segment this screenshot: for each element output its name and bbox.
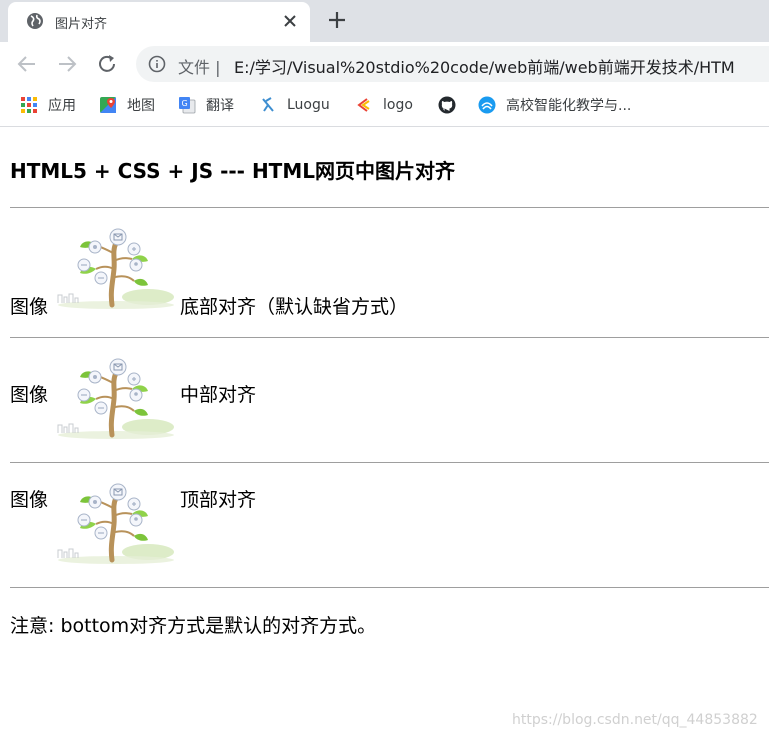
- url-text[interactable]: E:/学习/Visual%20stdio%20code/web前端/web前端开…: [234, 54, 735, 78]
- tree-illustration: [57, 358, 174, 439]
- bookmark-logo[interactable]: logo: [355, 94, 413, 116]
- info-icon[interactable]: [148, 55, 166, 73]
- bookmark-label: Luogu: [287, 97, 330, 113]
- tree-illustration: [57, 483, 174, 564]
- globe-icon: [27, 13, 43, 29]
- tab-title: 图片对齐: [55, 17, 108, 32]
- new-tab-plus-icon[interactable]: [326, 9, 348, 31]
- tree-image-bottom: [56, 225, 174, 309]
- bookmark-translate[interactable]: G 翻译: [178, 94, 234, 116]
- apps-grid-icon: [21, 97, 37, 113]
- browser-tab[interactable]: 图片对齐: [8, 2, 310, 42]
- page-title: HTML5 + CSS + JS --- HTML网页中图片对齐: [10, 159, 455, 183]
- bookmark-maps[interactable]: 地图: [99, 94, 155, 116]
- horizontal-rule: [10, 587, 769, 588]
- tab-strip: 图片对齐: [0, 0, 769, 42]
- bookmark-label: 应用: [48, 98, 76, 114]
- row-label-bottom: 图像: [10, 296, 49, 318]
- page-content: HTML5 + CSS + JS --- HTML网页中图片对齐 图像 底部对齐…: [0, 127, 769, 740]
- logo-icon: [357, 98, 370, 112]
- bookmark-school[interactable]: 高校智能化教学与...: [478, 94, 631, 116]
- tree-image-top: [56, 480, 174, 564]
- horizontal-rule: [10, 207, 769, 208]
- luogu-icon: [262, 97, 274, 112]
- reload-icon[interactable]: [96, 53, 118, 75]
- watermark: https://blog.csdn.net/qq_44853882: [512, 712, 758, 728]
- bookmark-label: logo: [383, 97, 413, 113]
- horizontal-rule: [10, 337, 769, 338]
- bookmark-github[interactable]: [438, 94, 466, 116]
- address-bar[interactable]: 文件 | E:/学习/Visual%20stdio%20code/web前端/w…: [136, 46, 769, 82]
- maps-icon: [100, 97, 116, 113]
- row-text-bottom: 底部对齐（默认缺省方式）: [180, 296, 409, 318]
- row-label-middle: 图像: [10, 384, 49, 406]
- bookmark-apps[interactable]: 应用: [20, 94, 76, 116]
- bookmarks-bar: 应用 地图 G 翻译 Luogu logo 高校智能化教学与...: [0, 86, 769, 127]
- row-text-middle: 中部对齐: [180, 384, 257, 406]
- close-icon[interactable]: [280, 11, 300, 31]
- file-scheme-label: 文件 |: [178, 58, 221, 77]
- translate-icon: G: [179, 97, 196, 114]
- row-label-top: 图像: [10, 489, 49, 511]
- github-icon: [438, 96, 456, 114]
- bookmark-label: 翻译: [206, 98, 234, 114]
- horizontal-rule: [10, 462, 769, 463]
- footnote: 注意: bottom对齐方式是默认的对齐方式。: [10, 615, 377, 637]
- tree-illustration: [57, 228, 174, 309]
- forward-arrow-icon[interactable]: [56, 53, 78, 75]
- tree-image-middle: [56, 355, 174, 439]
- bookmark-label: 高校智能化教学与...: [506, 98, 632, 114]
- svg-text:G: G: [182, 99, 188, 108]
- row-text-top: 顶部对齐: [180, 489, 257, 511]
- browser-toolbar: 文件 | E:/学习/Visual%20stdio%20code/web前端/w…: [0, 42, 769, 86]
- bookmark-luogu[interactable]: Luogu: [259, 94, 330, 116]
- back-arrow-icon[interactable]: [16, 53, 38, 75]
- school-icon: [478, 96, 496, 114]
- bookmark-label: 地图: [127, 98, 155, 114]
